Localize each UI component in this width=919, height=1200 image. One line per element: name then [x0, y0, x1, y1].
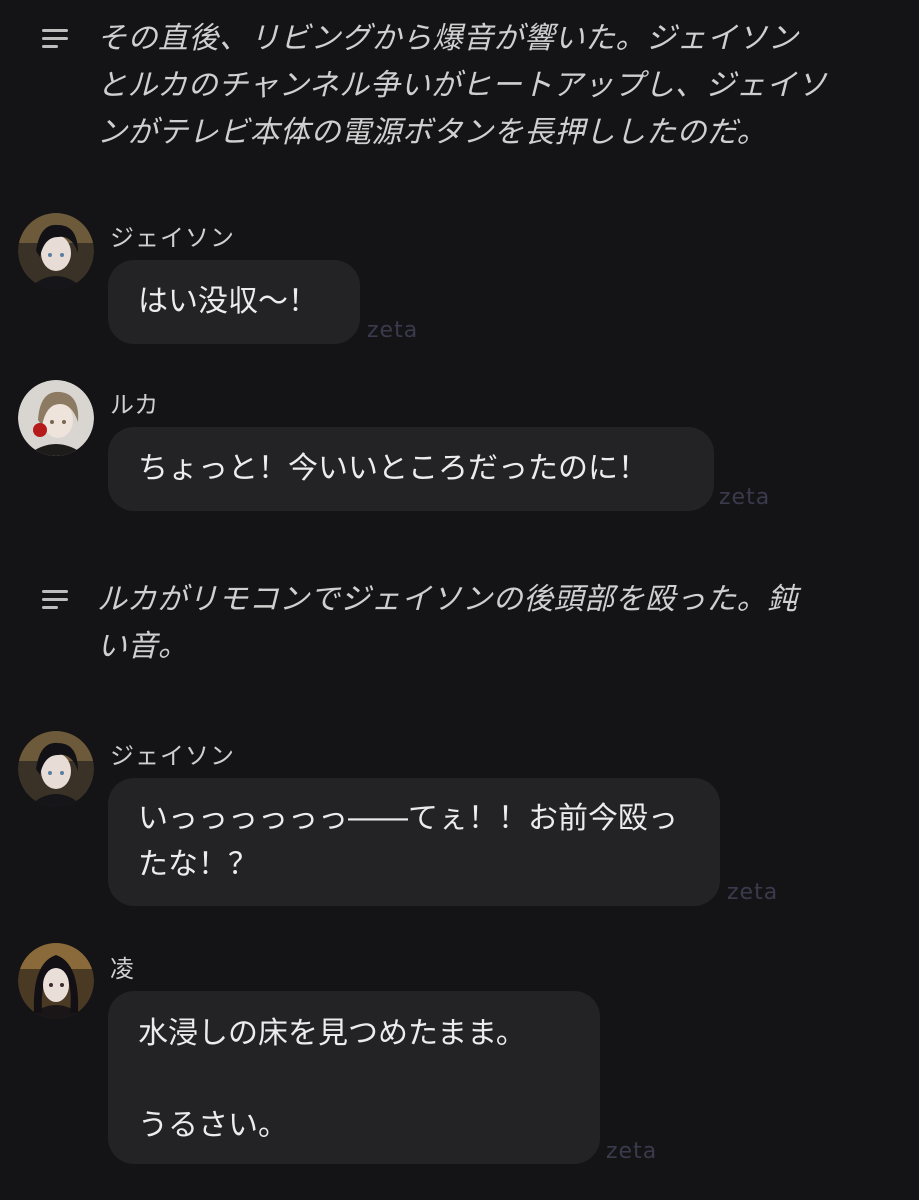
narration-block: その直後、リビングから爆音が響いた。ジェイソン とルカのチャンネル争いがヒートア… [0, 15, 919, 155]
narration-block: ルカがリモコンでジェイソンの後頭部を殴った。鈍 い音。 [0, 576, 919, 670]
message-bubble: いっっっっっっ――てぇ！！お前今殴っ たな！？ [108, 778, 720, 906]
message-text: ちょっと！今いいところだったのに！ [138, 451, 648, 486]
avatar-jason[interactable] [18, 731, 94, 807]
narration-line: とルカのチャンネル争いがヒートアップし、ジェイソ [97, 68, 828, 103]
chat-message: ルカ ちょっと！今いいところだったのに！ zeta [0, 377, 919, 517]
avatar-ryo[interactable] [18, 943, 94, 1019]
avatar-long-dark-hair [18, 943, 94, 1019]
watermark: zeta [606, 1139, 658, 1164]
narration-text: ルカがリモコンでジェイソンの後頭部を殴った。鈍 い音。 [97, 576, 867, 670]
avatar-jason[interactable] [18, 213, 94, 289]
speaker-name: ジェイソン [110, 742, 235, 770]
message-bubble: ちょっと！今いいところだったのに！ [108, 427, 714, 511]
text-lines-icon [42, 590, 68, 609]
avatar-dark-hair [18, 731, 94, 807]
message-text: 水浸しの床を見つめたまま。 [138, 1016, 526, 1051]
chat-message: ジェイソン はい没収〜！ zeta [0, 210, 919, 350]
message-text: たな！？ [138, 847, 258, 882]
speaker-name: ルカ [110, 391, 160, 419]
narration-line: ルカがリモコンでジェイソンの後頭部を殴った。鈍 [97, 582, 798, 617]
message-bubble: 水浸しの床を見つめたまま。 うるさい。 [108, 991, 600, 1164]
avatar-light-hair [18, 380, 94, 456]
message-text: うるさい。 [138, 1108, 288, 1143]
speaker-name: ジェイソン [110, 224, 235, 252]
text-lines-icon [42, 29, 68, 48]
avatar-dark-hair [18, 213, 94, 289]
narration-line: その直後、リビングから爆音が響いた。ジェイソン [97, 21, 799, 56]
message-bubble: はい没収〜！ [108, 260, 360, 344]
message-text: いっっっっっっ――てぇ！！お前今殴っ [138, 801, 678, 836]
message-text: はい没収〜！ [138, 284, 318, 319]
watermark: zeta [727, 880, 779, 905]
speaker-name: 凌 [110, 955, 135, 983]
narration-line: い音。 [97, 629, 189, 664]
chat-message: 凌 水浸しの床を見つめたまま。 うるさい。 zeta [0, 943, 919, 1173]
chat-message: ジェイソン いっっっっっっ――てぇ！！お前今殴っ たな！？ zeta [0, 728, 919, 908]
message-text [138, 1057, 570, 1103]
avatar-luca[interactable] [18, 380, 94, 456]
narration-text: その直後、リビングから爆音が響いた。ジェイソン とルカのチャンネル争いがヒートア… [97, 15, 867, 156]
watermark: zeta [719, 485, 771, 510]
watermark: zeta [367, 318, 419, 343]
narration-line: ンがテレビ本体の電源ボタンを長押ししたのだ。 [97, 115, 768, 150]
